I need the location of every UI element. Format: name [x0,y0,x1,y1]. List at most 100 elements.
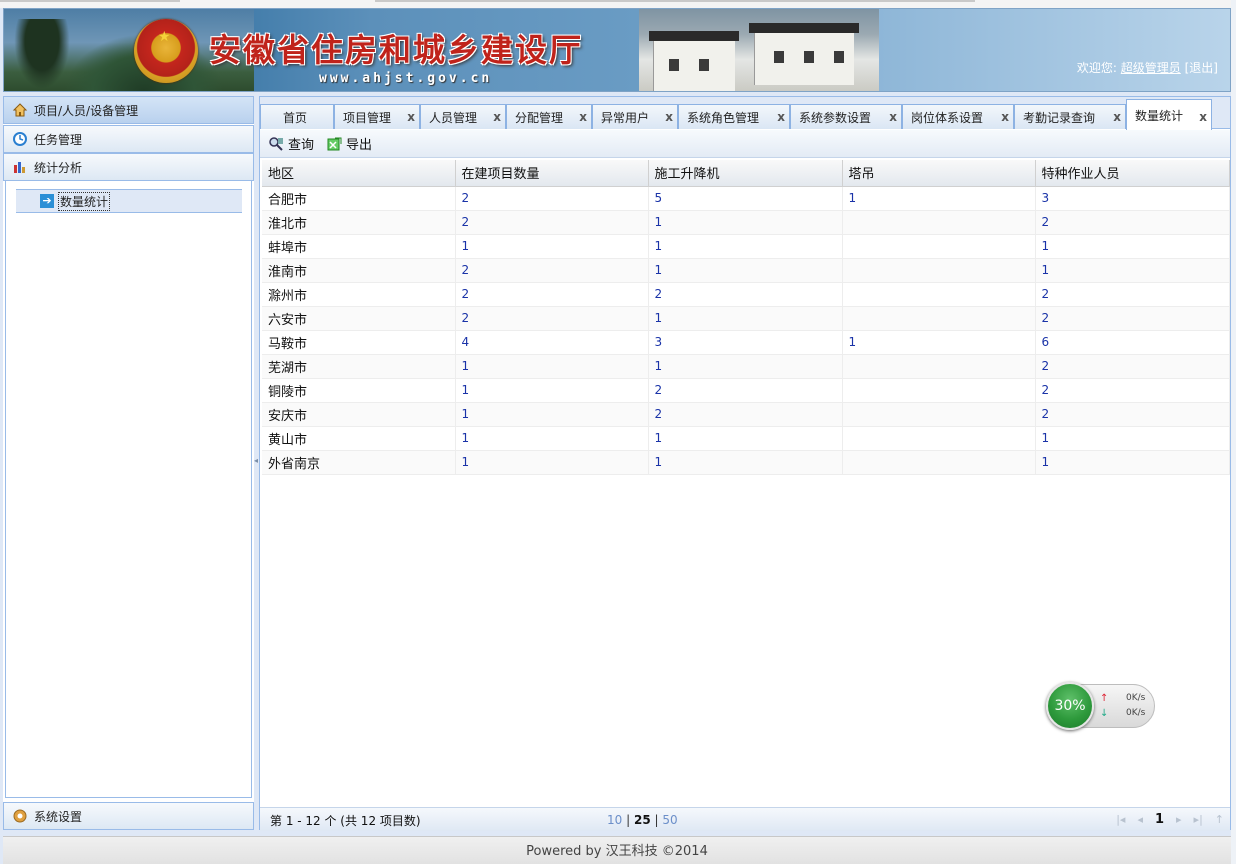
cell-count: 1 [1035,450,1230,475]
tab-label: 分配管理 [515,110,564,125]
refresh-icon[interactable]: ↑ [1215,813,1224,826]
tab-project-management[interactable]: 项目管理 x [334,104,420,129]
tab-system-parameter-settings[interactable]: 系统参数设置 x [790,104,902,129]
window-right-edge [1231,0,1236,864]
table-row[interactable]: 黄山市 1 1 1 [262,426,1230,451]
tab-label: 首页 [283,110,308,125]
column-header-tower-cranes[interactable]: 塔吊 [842,160,1036,187]
tab-quantity-stats[interactable]: 数量统计 x [1126,99,1212,130]
page-size-50[interactable]: 50 [662,813,677,827]
netmeter-percent: 30% [1046,682,1094,730]
cell-count: 2 [1035,378,1230,403]
tab-label: 数量统计 [1135,108,1184,123]
tree-item-quantity-stats[interactable]: ➔ 数量统计 [16,189,242,213]
page-size-25[interactable]: 25 [634,813,651,827]
cell-count: 2 [1035,402,1230,427]
last-page-icon[interactable]: ▸| [1194,813,1203,826]
cell-count [842,402,1036,427]
cell-count: 4 [455,330,649,355]
export-button[interactable]: 导出 [326,134,372,153]
table-row[interactable]: 蚌埠市 1 1 1 [262,234,1230,259]
close-icon[interactable]: x [1199,110,1207,124]
sidebar: 项目/人员/设备管理 任务管理 统计分析 ➔ 数量统计 系统设置 [3,96,254,830]
tab-abnormal-users[interactable]: 异常用户 x [592,104,678,129]
tab-allocation-management[interactable]: 分配管理 x [506,104,592,129]
page-size-10[interactable]: 10 [607,813,622,827]
cell-count: 2 [455,258,649,283]
current-page: 1 [1154,812,1165,827]
close-icon[interactable]: x [579,110,587,124]
arrow-up-icon: ↑ [1100,693,1109,704]
table-row[interactable]: 芜湖市 1 1 2 [262,354,1230,379]
table-row[interactable]: 淮北市 2 1 2 [262,210,1230,235]
logout-link[interactable]: [退出] [1185,61,1218,75]
column-header-region[interactable]: 地区 [262,160,456,187]
column-header-special-workers[interactable]: 特种作业人员 [1035,160,1230,187]
close-icon[interactable]: x [665,110,673,124]
prev-page-icon[interactable]: ◂ [1137,813,1143,826]
tab-position-system-settings[interactable]: 岗位体系设置 x [902,104,1014,129]
collapse-arrow-icon: ◂ [254,456,259,465]
cell-count: 2 [1035,282,1230,307]
welcome-bar: 欢迎您: 超级管理员 [退出] [1077,59,1218,76]
tab-personnel-management[interactable]: 人员管理 x [420,104,506,129]
cell-count: 1 [648,306,843,331]
cell-count: 1 [648,354,843,379]
next-page-icon[interactable]: ▸ [1176,813,1182,826]
username-link[interactable]: 超级管理员 [1121,61,1181,75]
table-row[interactable]: 外省南京 1 1 1 [262,450,1230,475]
column-header-projects[interactable]: 在建项目数量 [455,160,649,187]
cell-count: 1 [455,354,649,379]
cell-count [842,426,1036,451]
cell-count [842,258,1036,283]
close-icon[interactable]: x [777,110,785,124]
table-row[interactable]: 六安市 2 1 2 [262,306,1230,331]
query-button[interactable]: 查询 [268,134,314,153]
sidebar-section-project-personnel-equipment[interactable]: 项目/人员/设备管理 [3,96,254,124]
close-icon[interactable]: x [407,110,415,124]
sidebar-section-label: 系统设置 [34,809,83,824]
footer-text: Powered by 汉王科技 ©2014 [526,844,708,859]
tab-home[interactable]: 首页 [260,104,334,129]
cell-count: 5 [648,186,843,211]
table-row[interactable]: 铜陵市 1 2 2 [262,378,1230,403]
tab-label: 项目管理 [343,110,392,125]
cell-count [842,282,1036,307]
table-row[interactable]: 马鞍市 4 3 1 6 [262,330,1230,355]
table-row[interactable]: 合肥市 2 5 1 3 [262,186,1230,211]
pager-info: 第 1 - 12 个 (共 12 项目数) [270,814,421,828]
cell-region: 滁州市 [262,282,456,307]
cell-count: 1 [455,450,649,475]
close-icon[interactable]: x [1001,110,1009,124]
column-header-hoists[interactable]: 施工升降机 [648,160,843,187]
download-speed: 0K/s [1126,708,1146,718]
first-page-icon[interactable]: |◂ [1116,813,1125,826]
pagination-bar: 第 1 - 12 个 (共 12 项目数) 10 | 25 | 50 |◂ ◂ … [260,807,1230,831]
site-title: 安徽省住房和城乡建设厅 [209,31,584,69]
tab-system-role-management[interactable]: 系统角色管理 x [678,104,790,129]
cell-count: 1 [648,210,843,235]
network-speed-widget[interactable]: 30% ↑ ↓ 0K/s 0K/s [1046,682,1155,730]
cell-count: 2 [1035,210,1230,235]
table-row[interactable]: 淮南市 2 1 1 [262,258,1230,283]
top-strip-segment [0,0,180,2]
cell-count: 1 [1035,258,1230,283]
cell-count [842,234,1036,259]
cell-region: 外省南京 [262,450,456,475]
table-row[interactable]: 滁州市 2 2 2 [262,282,1230,307]
sidebar-section-system-settings[interactable]: 系统设置 [3,802,254,830]
cell-count: 1 [455,402,649,427]
sidebar-section-statistics[interactable]: 统计分析 [3,153,254,181]
close-icon[interactable]: x [493,110,501,124]
close-icon[interactable]: x [889,110,897,124]
close-icon[interactable]: x [1113,110,1121,124]
cell-count: 1 [455,426,649,451]
tab-label: 系统角色管理 [687,110,760,125]
sidebar-section-task-management[interactable]: 任务管理 [3,125,254,153]
cell-count: 3 [1035,186,1230,211]
tab-attendance-query[interactable]: 考勤记录查询 x [1014,104,1126,129]
cell-count: 1 [648,234,843,259]
cell-count [842,306,1036,331]
cell-count: 2 [455,306,649,331]
table-row[interactable]: 安庆市 1 2 2 [262,402,1230,427]
